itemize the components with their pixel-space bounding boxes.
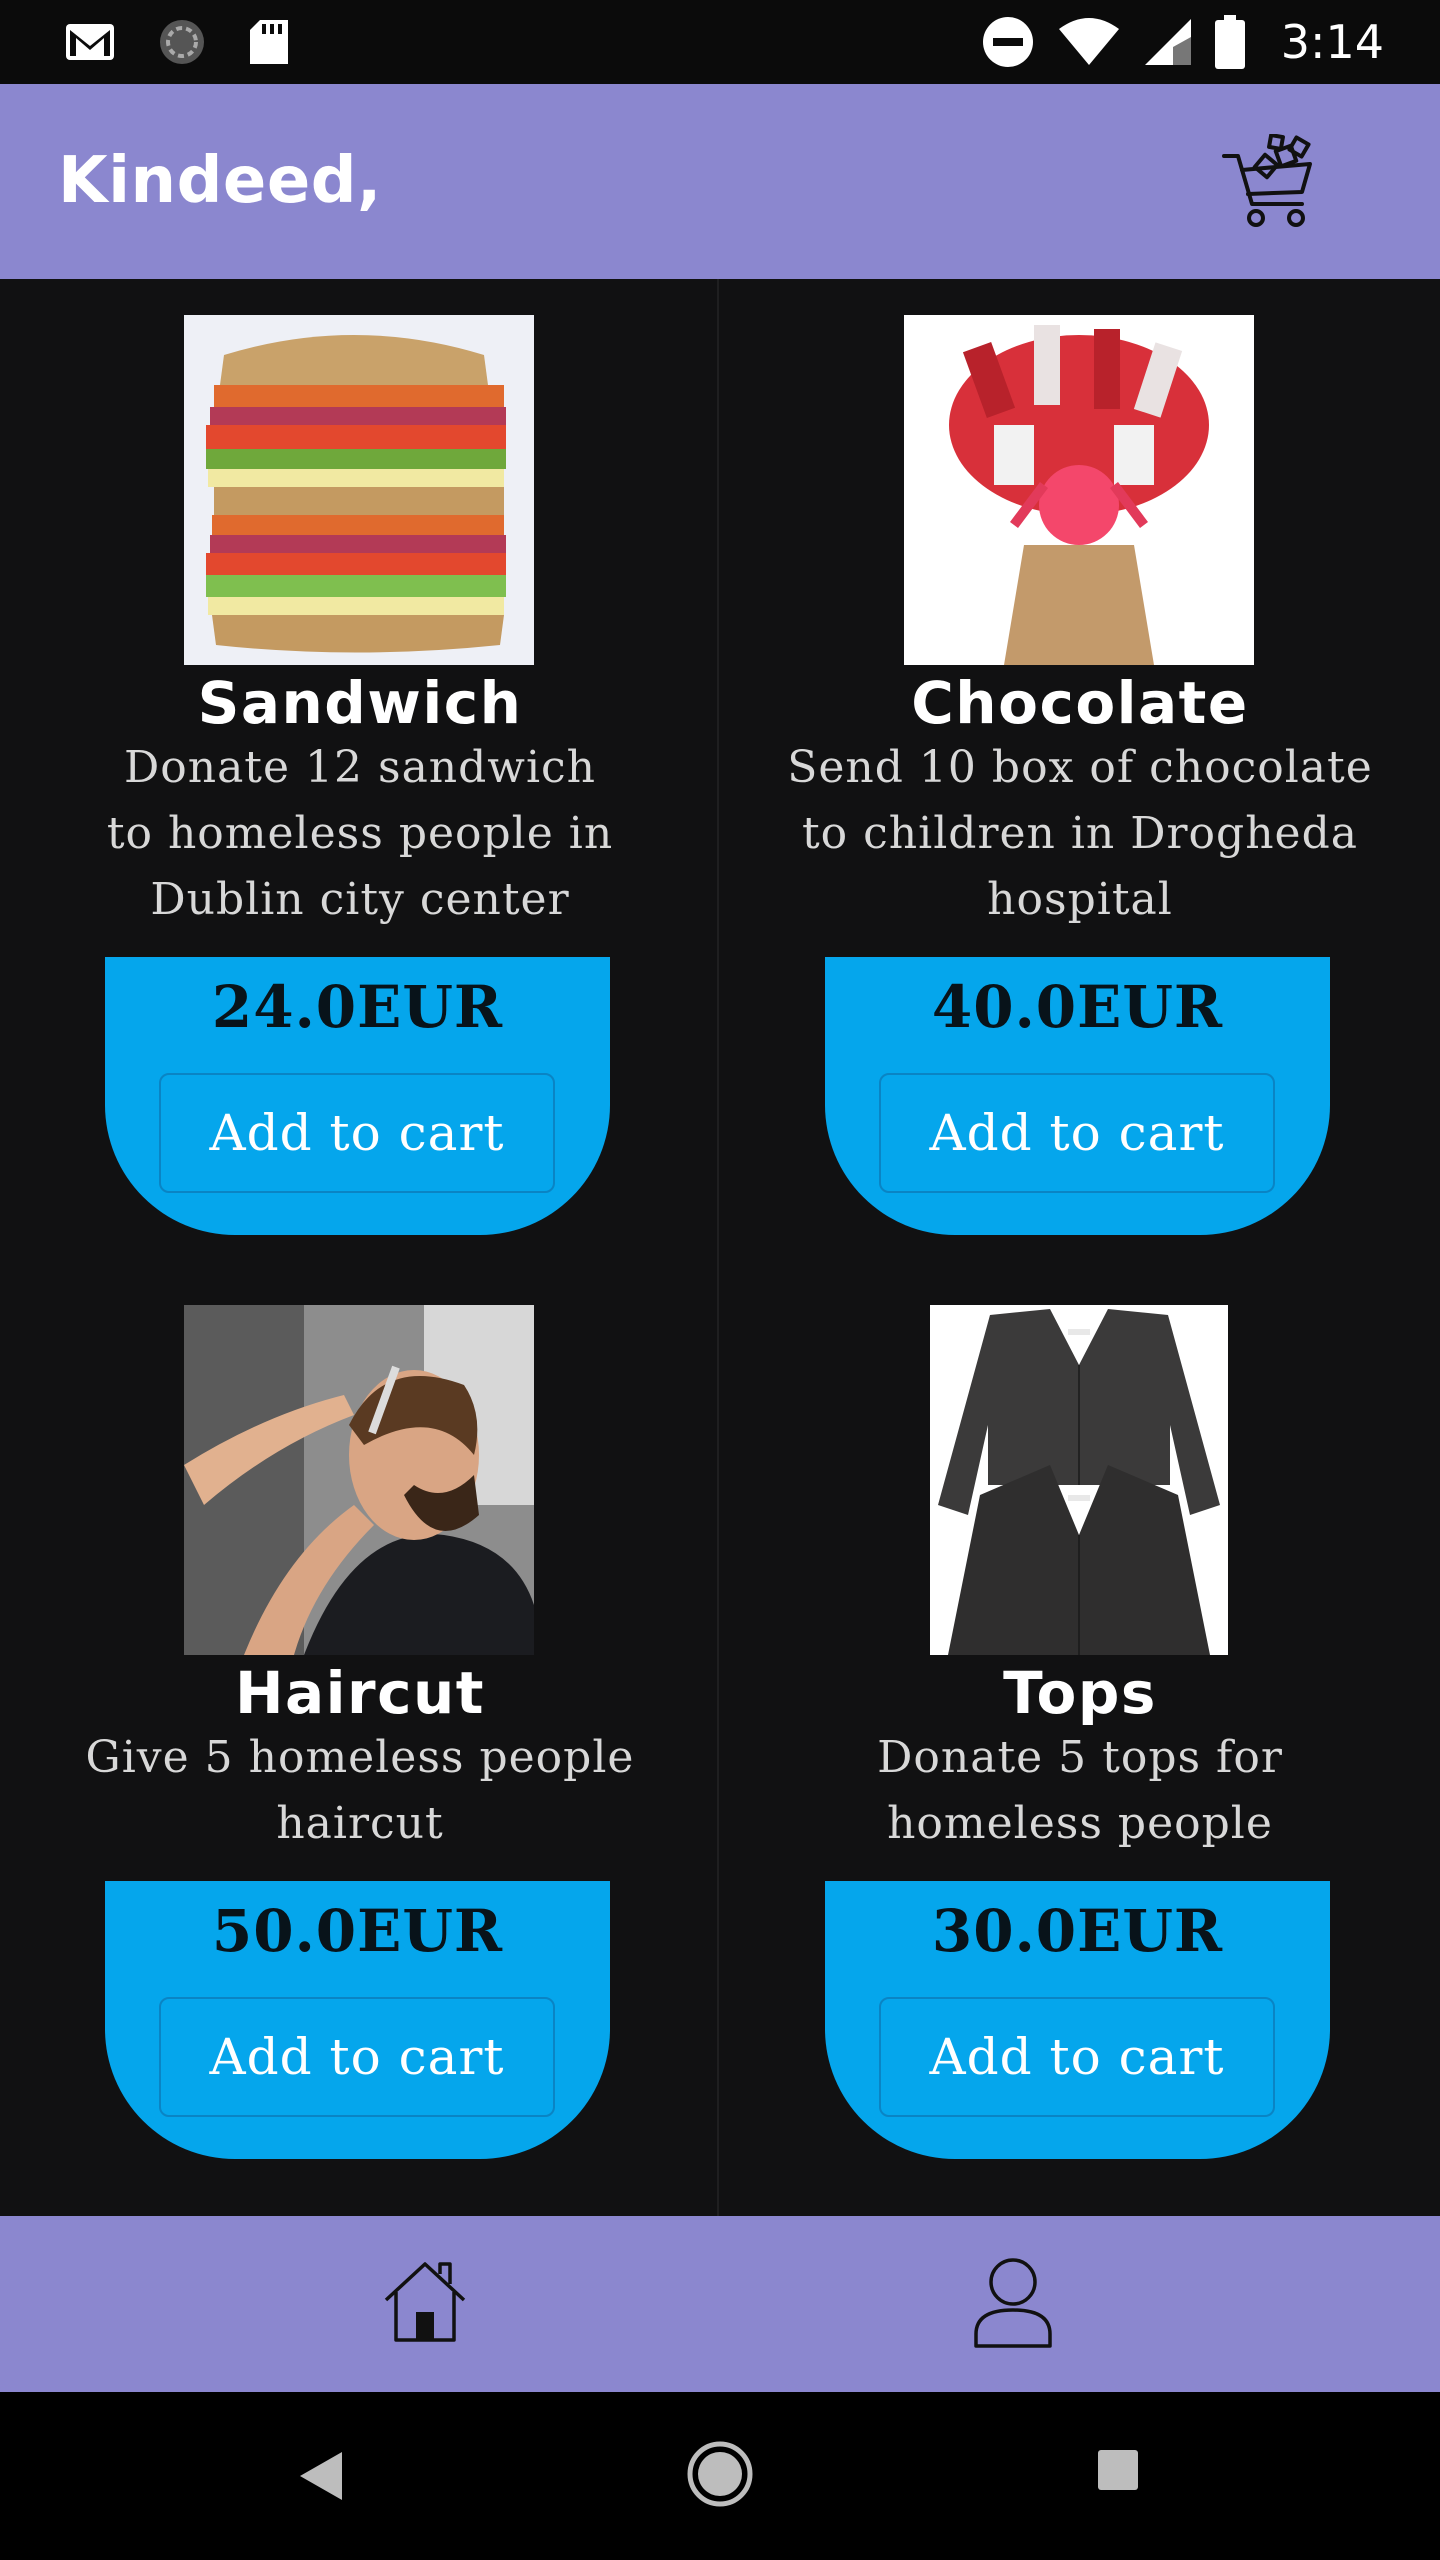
status-bar: 3:14 <box>0 0 1440 84</box>
product-name: Chocolate <box>911 669 1249 737</box>
home-icon <box>384 2262 466 2342</box>
add-to-cart-button[interactable]: Add to cart <box>159 1073 555 1193</box>
add-to-cart-button[interactable]: Add to cart <box>159 1997 555 2117</box>
system-back-button[interactable] <box>296 2448 346 2508</box>
do-not-disturb-icon <box>982 17 1033 67</box>
price-box: 30.0EUR Add to cart <box>825 1881 1330 2159</box>
haircut-image <box>184 1305 534 1655</box>
home-circle-icon <box>687 2441 753 2507</box>
description-line: Dublin city center <box>150 874 570 925</box>
product-description: Give 5 homeless people haircut <box>30 1725 690 1857</box>
description-line: Send 10 box of chocolate <box>787 742 1373 793</box>
price-box: 40.0EUR Add to cart <box>825 957 1330 1235</box>
battery-icon <box>1214 15 1245 69</box>
price-box: 24.0EUR Add to cart <box>105 957 610 1235</box>
product-description: Donate 12 sandwich to homeless people in… <box>30 735 690 933</box>
back-icon <box>300 2452 342 2500</box>
product-price: 30.0EUR <box>931 1897 1224 1965</box>
nav-home-button[interactable] <box>380 2256 470 2346</box>
product-name: Sandwich <box>197 669 523 737</box>
system-recents-button[interactable] <box>1096 2448 1140 2496</box>
cart-icon <box>1222 133 1312 227</box>
description-line: hospital <box>987 874 1173 925</box>
description-line: homeless people <box>887 1798 1273 1849</box>
sd-card-icon <box>250 20 288 64</box>
signal-icon <box>1144 19 1191 65</box>
product-price: 24.0EUR <box>211 973 504 1041</box>
recents-icon <box>1098 2450 1138 2490</box>
product-price: 40.0EUR <box>931 973 1224 1041</box>
app-bar: Kindeed, <box>0 84 1440 279</box>
sandwich-image <box>184 315 534 665</box>
cardigan-tops-image <box>930 1305 1228 1655</box>
product-price: 50.0EUR <box>211 1897 504 1965</box>
product-name: Tops <box>1003 1659 1157 1727</box>
product-name: Haircut <box>234 1659 486 1727</box>
system-navigation-bar <box>0 2392 1440 2560</box>
description-line: haircut <box>276 1798 444 1849</box>
description-line: Give 5 homeless people <box>85 1732 635 1783</box>
product-description: Donate 5 tops for homeless people <box>750 1725 1410 1857</box>
app-title: Kindeed, <box>58 144 382 218</box>
profile-icon <box>974 2258 1052 2348</box>
column-divider <box>717 279 719 2216</box>
description-line: to homeless people in <box>106 808 614 859</box>
chocolate-bouquet-image <box>904 315 1254 665</box>
nav-profile-button[interactable] <box>968 2254 1058 2350</box>
price-box: 50.0EUR Add to cart <box>105 1881 610 2159</box>
sync-icon <box>160 20 204 64</box>
bottom-navigation <box>0 2216 1440 2392</box>
wifi-icon <box>1058 18 1119 65</box>
product-description: Send 10 box of chocolate to children in … <box>750 735 1410 933</box>
system-home-button[interactable] <box>686 2440 754 2512</box>
cart-button[interactable] <box>1218 133 1328 234</box>
status-time: 3:14 <box>1280 15 1384 69</box>
description-line: to children in Drogheda <box>802 808 1358 859</box>
description-line: Donate 12 sandwich <box>123 742 597 793</box>
product-grid: Sandwich Donate 12 sandwich to homeless … <box>0 279 1440 2216</box>
add-to-cart-button[interactable]: Add to cart <box>879 1997 1275 2117</box>
gmail-icon <box>66 24 114 60</box>
description-line: Donate 5 tops for <box>877 1732 1283 1783</box>
add-to-cart-button[interactable]: Add to cart <box>879 1073 1275 1193</box>
